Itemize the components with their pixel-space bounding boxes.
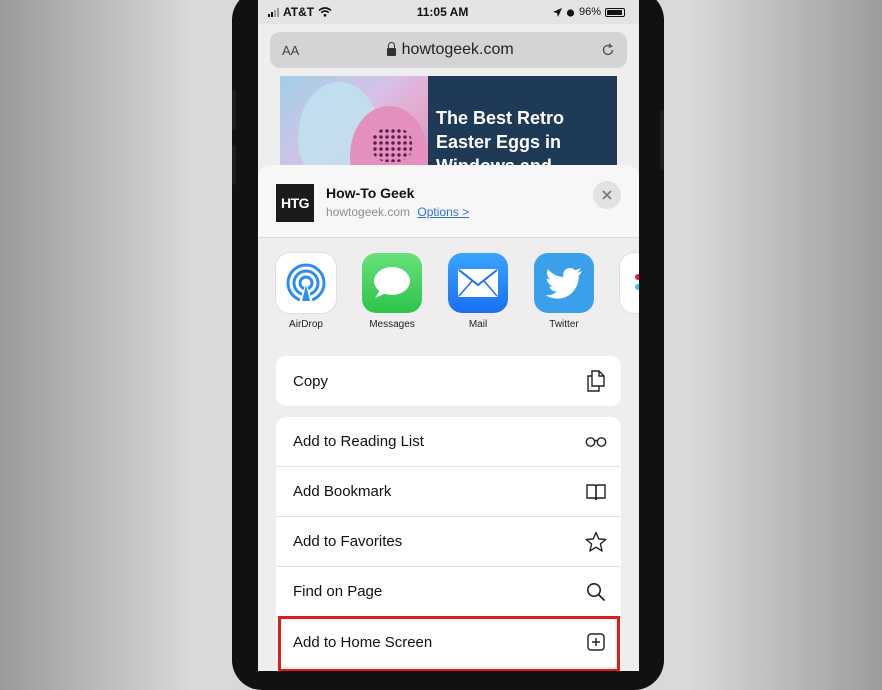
- signal-icon: [268, 7, 279, 17]
- action-label: Copy: [293, 372, 329, 390]
- search-icon: [585, 581, 607, 603]
- mail-icon: [448, 253, 508, 313]
- action-find-on-page[interactable]: Find on Page: [276, 567, 621, 617]
- share-sheet: HTG How-To Geek howtogeek.com Options >: [258, 165, 639, 671]
- twitter-icon: [534, 253, 594, 313]
- close-icon: [602, 190, 612, 200]
- action-add-bookmark[interactable]: Add Bookmark: [276, 467, 621, 517]
- reload-icon[interactable]: [601, 43, 615, 57]
- actions-group: Add to Reading List Add Bookmark Add to …: [276, 417, 621, 667]
- power-button: [660, 110, 664, 170]
- copy-icon: [585, 370, 607, 392]
- share-apps-row: AirDrop Messages Mail Twitter: [258, 253, 639, 337]
- carrier-label: AT&T: [283, 5, 315, 19]
- wifi-icon: [318, 7, 332, 17]
- share-sheet-header: HTG How-To Geek howtogeek.com Options >: [258, 165, 639, 238]
- copy-group: Copy: [276, 356, 621, 406]
- action-add-to-favorites[interactable]: Add to Favorites: [276, 517, 621, 567]
- share-app-label: Messages: [369, 319, 415, 330]
- action-add-to-home-screen[interactable]: Add to Home Screen: [276, 617, 621, 667]
- action-label: Add Bookmark: [293, 483, 392, 500]
- action-label: Add to Reading List: [293, 433, 424, 450]
- site-url: howtogeek.com: [326, 205, 411, 219]
- url-text: howtogeek.com: [401, 41, 514, 58]
- battery-percent: 96%: [578, 6, 601, 18]
- options-link[interactable]: Options >: [417, 205, 469, 219]
- glasses-icon: [585, 431, 607, 453]
- share-app-airdrop[interactable]: AirDrop: [271, 253, 341, 330]
- volume-button: [232, 145, 236, 185]
- slack-icon: [620, 253, 639, 313]
- action-copy[interactable]: Copy: [276, 356, 621, 406]
- share-app-mail[interactable]: Mail: [443, 253, 513, 330]
- status-time: 11:05 AM: [416, 5, 469, 19]
- site-title: How-To Geek: [326, 185, 415, 201]
- share-app-label: Twitter: [549, 319, 579, 330]
- messages-icon: [362, 253, 422, 313]
- lock-icon: [386, 42, 396, 56]
- site-logo: HTG: [276, 184, 314, 222]
- airdrop-icon: [276, 253, 336, 313]
- close-button[interactable]: [593, 181, 621, 209]
- location-icon: [552, 7, 562, 17]
- action-label: Add to Home Screen: [293, 633, 433, 651]
- battery-icon: [604, 7, 625, 17]
- volume-button: [232, 90, 236, 130]
- alarm-icon: [566, 8, 575, 17]
- share-app-messages[interactable]: Messages: [357, 253, 427, 330]
- action-label: Add to Favorites: [293, 533, 403, 550]
- text-size-button[interactable]: AA: [282, 43, 299, 58]
- address-bar[interactable]: AA howtogeek.com: [270, 32, 627, 68]
- share-app-twitter[interactable]: Twitter: [529, 253, 599, 330]
- share-app-more[interactable]: [615, 253, 639, 313]
- share-app-label: AirDrop: [289, 319, 323, 330]
- share-app-label: Mail: [468, 319, 488, 330]
- book-icon: [585, 481, 607, 503]
- action-label: Find on Page: [293, 583, 383, 600]
- status-bar: AT&T 11:05 AM 96%: [258, 0, 639, 24]
- action-add-to-reading-list[interactable]: Add to Reading List: [276, 417, 621, 467]
- star-icon: [585, 531, 607, 553]
- phone-screen: AT&T 11:05 AM 96% AA howtogeek.com The B…: [258, 0, 639, 671]
- plus-square-icon: [585, 631, 607, 653]
